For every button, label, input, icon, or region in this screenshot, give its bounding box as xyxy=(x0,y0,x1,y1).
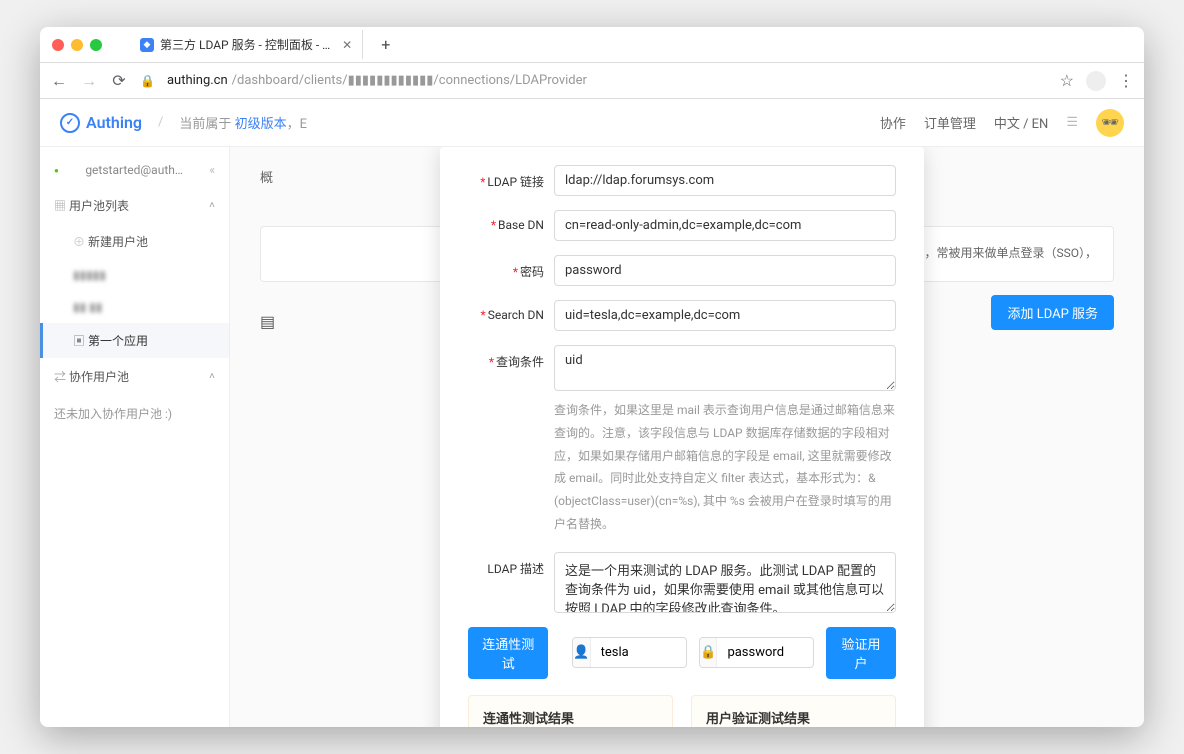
chevron-up-icon: ˄ xyxy=(209,371,215,382)
logo-icon: ✓ xyxy=(60,113,80,133)
test-password-input[interactable] xyxy=(717,638,814,667)
test-username-field: 👤 xyxy=(572,637,687,668)
test-username-input[interactable] xyxy=(591,638,688,667)
user-icon: 👤 xyxy=(573,638,590,667)
label-password: 密码 xyxy=(520,265,544,279)
maximize-window-icon[interactable] xyxy=(90,39,102,51)
sidebar-item-pool-2[interactable]: ▮▮ ▮▮ xyxy=(40,291,229,323)
verify-user-button[interactable]: 验证用户 xyxy=(826,627,896,679)
profile-avatar[interactable] xyxy=(1086,71,1106,91)
plan-status: 当前属于 初级版本，E xyxy=(179,113,307,132)
forward-icon[interactable]: → xyxy=(80,71,98,91)
label-searchdn: Search DN xyxy=(488,308,544,322)
url-host: authing.cn xyxy=(167,73,228,88)
desc-input[interactable]: 这是一个用来测试的 LDAP 服务。此测试 LDAP 配置的查询条件为 uid，… xyxy=(554,552,896,613)
query-input[interactable]: uid xyxy=(554,345,896,391)
browser-window: ◆ 第三方 LDAP 服务 - 控制面板 - … ✕ + ← → ⟳ 🔒 aut… xyxy=(40,27,1144,727)
results-row: 连通性测试结果 LDAP 服务器连接结果 -成功 用户验证测试结果 用户验证结果… xyxy=(468,695,896,727)
label-desc: LDAP 描述 xyxy=(487,562,544,576)
sidebar-item-pool-1[interactable]: ▮▮▮▮▮ xyxy=(40,259,229,291)
nav-collab[interactable]: 协作 xyxy=(880,113,906,132)
label-link: LDAP 链接 xyxy=(487,175,544,189)
conn-result-title: 连通性测试结果 xyxy=(483,708,658,727)
app-header: ✓ Authing / 当前属于 初级版本，E 协作 订单管理 中文 / EN … xyxy=(40,99,1144,147)
query-help-text: 查询条件，如果这里是 mail 表示查询用户信息是通过邮箱信息来查询的。注意，该… xyxy=(554,399,896,536)
ldap-config-modal: *LDAP 链接 *Base DN *密码 *Search DN xyxy=(440,147,924,727)
lock-icon: 🔒 xyxy=(140,74,155,88)
sidebar-account[interactable]: ● getstarted@auth… « xyxy=(40,153,229,187)
collapse-icon[interactable]: « xyxy=(209,163,215,177)
window-controls xyxy=(52,39,102,51)
new-tab-icon[interactable]: + xyxy=(381,35,390,54)
header-right: 协作 订单管理 中文 / EN ☰ 🕶 xyxy=(880,109,1124,137)
app: ✓ Authing / 当前属于 初级版本，E 协作 订单管理 中文 / EN … xyxy=(40,99,1144,727)
test-row: 连通性测试 👤 🔒 验证用户 xyxy=(468,627,896,679)
main-content: 概 … 数据库，常被用来做单点登录（SSO）， ▤ 添加 LDAP 服务 *LD… xyxy=(230,147,1144,727)
tab-close-icon[interactable]: ✕ xyxy=(342,38,352,52)
base-dn-input[interactable] xyxy=(554,210,896,241)
nav-lang[interactable]: 中文 / EN xyxy=(994,113,1048,132)
url-display[interactable]: authing.cn/dashboard/clients/▮▮▮▮▮▮▮▮▮▮▮… xyxy=(167,73,1048,88)
sidebar-section-collab[interactable]: ⇄ 协作用户池 ˄ xyxy=(40,358,229,395)
connectivity-test-button[interactable]: 连通性测试 xyxy=(468,627,548,679)
chevron-up-icon: ˄ xyxy=(209,200,215,211)
user-avatar-icon[interactable]: 🕶 xyxy=(1096,109,1124,137)
ldap-link-input[interactable] xyxy=(554,165,896,196)
sidebar-collab-empty: 还未加入协作用户池 :) xyxy=(40,395,229,432)
sidebar-section-userpools[interactable]: ▦ 用户池列表 ˄ xyxy=(40,187,229,224)
plan-link[interactable]: 初级版本 xyxy=(235,117,287,132)
connectivity-result-card: 连通性测试结果 LDAP 服务器连接结果 -成功 xyxy=(468,695,673,727)
password-input[interactable] xyxy=(554,255,896,286)
hamburger-icon[interactable]: ☰ xyxy=(1066,115,1078,130)
label-query: 查询条件 xyxy=(496,355,544,369)
user-verify-result-card: 用户验证测试结果 用户验证结果 -成功 xyxy=(691,695,896,727)
sidebar: ● getstarted@auth… « ▦ 用户池列表 ˄ ⊕ 新建用户池 ▮… xyxy=(40,147,230,727)
search-dn-input[interactable] xyxy=(554,300,896,331)
add-ldap-button[interactable]: 添加 LDAP 服务 xyxy=(991,295,1114,330)
favicon-icon: ◆ xyxy=(140,38,154,52)
close-window-icon[interactable] xyxy=(52,39,64,51)
minimize-window-icon[interactable] xyxy=(71,39,83,51)
browser-tab[interactable]: ◆ 第三方 LDAP 服务 - 控制面板 - … ✕ xyxy=(130,30,363,59)
nav-orders[interactable]: 订单管理 xyxy=(924,113,976,132)
user-result-title: 用户验证测试结果 xyxy=(706,708,881,727)
test-password-field: 🔒 xyxy=(699,637,814,668)
label-basedn: Base DN xyxy=(498,218,544,232)
titlebar: ◆ 第三方 LDAP 服务 - 控制面板 - … ✕ + xyxy=(40,27,1144,63)
lock-icon: 🔒 xyxy=(700,638,717,667)
sidebar-item-first-app[interactable]: ▣ 第一个应用 xyxy=(40,323,229,358)
logo-text: Authing xyxy=(86,113,142,132)
url-path: /dashboard/clients/▮▮▮▮▮▮▮▮▮▮▮▮/connecti… xyxy=(232,73,587,88)
tab-title: 第三方 LDAP 服务 - 控制面板 - … xyxy=(160,36,330,53)
bookmark-icon[interactable]: ☆ xyxy=(1060,71,1074,90)
logo[interactable]: ✓ Authing xyxy=(60,113,142,133)
app-body: ● getstarted@auth… « ▦ 用户池列表 ˄ ⊕ 新建用户池 ▮… xyxy=(40,147,1144,727)
sidebar-item-new-pool[interactable]: ⊕ 新建用户池 xyxy=(40,224,229,259)
address-bar: ← → ⟳ 🔒 authing.cn/dashboard/clients/▮▮▮… xyxy=(40,63,1144,99)
back-icon[interactable]: ← xyxy=(50,71,68,91)
browser-menu-icon[interactable]: ⋮ xyxy=(1118,71,1134,90)
reload-icon[interactable]: ⟳ xyxy=(110,71,128,90)
